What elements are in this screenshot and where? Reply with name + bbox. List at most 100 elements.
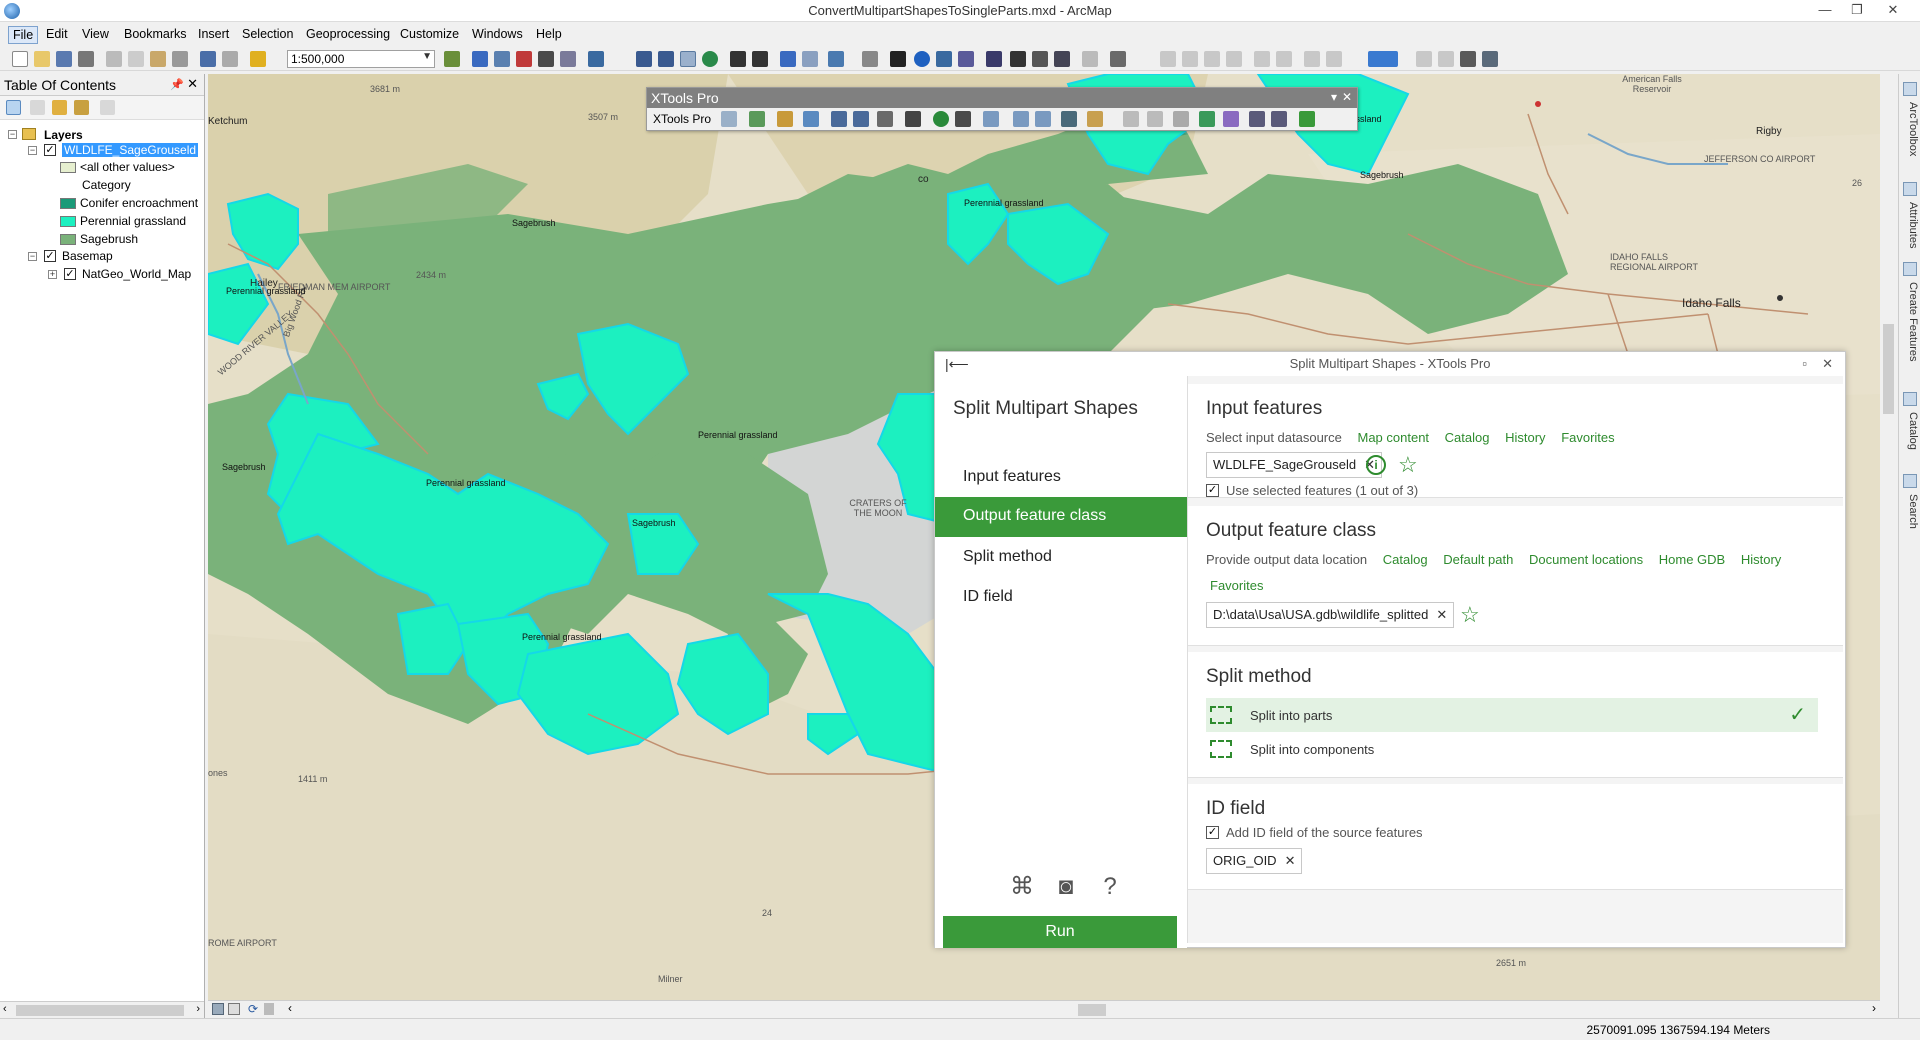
- collapse-basemap-icon[interactable]: −: [28, 252, 37, 261]
- fixed-zoom-in-icon[interactable]: [730, 51, 746, 67]
- expand-natgeo-icon[interactable]: +: [48, 270, 57, 279]
- link-output-history[interactable]: History: [1741, 552, 1781, 567]
- natgeo-visibility-checkbox[interactable]: ✓: [64, 268, 76, 280]
- dock-tab-attributes[interactable]: Attributes: [1901, 182, 1919, 262]
- toc-horizontal-scrollbar[interactable]: ‹ ›: [0, 1001, 204, 1018]
- link-document-locations[interactable]: Document locations: [1529, 552, 1643, 567]
- rectangle-icon[interactable]: [877, 111, 893, 127]
- collapse-panel-icon[interactable]: |⟵: [945, 352, 969, 376]
- nav-output-feature-class[interactable]: Output feature class: [935, 497, 1187, 537]
- full-extent-icon[interactable]: [702, 51, 718, 67]
- layer-visibility-checkbox[interactable]: ✓: [44, 144, 56, 156]
- redo-icon[interactable]: [222, 51, 238, 67]
- link-input-catalog[interactable]: Catalog: [1445, 430, 1490, 445]
- layout-zoom-in-icon[interactable]: [1160, 51, 1176, 67]
- link-default-path[interactable]: Default path: [1443, 552, 1513, 567]
- map-scroll-right-icon[interactable]: ›: [1872, 1001, 1876, 1015]
- close-button[interactable]: ✕: [1876, 0, 1910, 22]
- toolbar-close-icon[interactable]: ✕: [1342, 90, 1352, 104]
- nav-input-features[interactable]: Input features: [935, 458, 1187, 498]
- flag-icon[interactable]: [1249, 111, 1265, 127]
- open-folder-icon[interactable]: [34, 51, 50, 67]
- link-icon[interactable]: [983, 111, 999, 127]
- layer-export-icon[interactable]: [1061, 111, 1077, 127]
- selection-tool-icon[interactable]: [1173, 111, 1189, 127]
- add-data-icon[interactable]: [250, 51, 266, 67]
- menu-file[interactable]: File: [8, 26, 39, 44]
- copy-icon[interactable]: [128, 51, 144, 67]
- menu-help[interactable]: Help: [532, 26, 566, 42]
- disabled-tool-1-icon[interactable]: [1123, 111, 1139, 127]
- identify-icon[interactable]: [914, 51, 930, 67]
- model-builder-icon[interactable]: [560, 51, 576, 67]
- link-map-content[interactable]: Map content: [1358, 430, 1430, 445]
- layout-pan-icon[interactable]: [1204, 51, 1220, 67]
- output-path-chip[interactable]: D:\data\Usa\USA.gdb\wildlife_splitted ✕: [1206, 602, 1455, 628]
- zoom-whole-page-icon[interactable]: [1226, 51, 1242, 67]
- dock-tab-catalog[interactable]: Catalog: [1901, 392, 1919, 462]
- chain-icon[interactable]: [1035, 111, 1051, 127]
- layers-root[interactable]: Layers: [44, 128, 83, 142]
- option-split-into-components[interactable]: Split into components: [1206, 732, 1818, 766]
- select-features-icon[interactable]: [828, 51, 844, 67]
- hyperlink-icon[interactable]: [936, 51, 952, 67]
- basemap-natgeo[interactable]: NatGeo_World_Map: [82, 267, 191, 281]
- feature-info-icon[interactable]: [905, 111, 921, 127]
- layout-icon[interactable]: [588, 51, 604, 67]
- undo-icon[interactable]: [200, 51, 216, 67]
- basemap-visibility-checkbox[interactable]: ✓: [44, 250, 56, 262]
- layout-zoom-out-icon[interactable]: [1182, 51, 1198, 67]
- paste-icon[interactable]: [150, 51, 166, 67]
- map-scale-dropdown[interactable]: 1:500,000 ▼: [287, 50, 435, 68]
- pan-icon[interactable]: [680, 51, 696, 67]
- menu-edit[interactable]: Edit: [42, 26, 72, 42]
- new-document-icon[interactable]: [12, 51, 28, 67]
- remove-output-icon[interactable]: ✕: [1436, 607, 1447, 622]
- select-elements-icon[interactable]: [890, 51, 906, 67]
- toc-options-icon[interactable]: [100, 100, 115, 115]
- pause-drawing-icon[interactable]: [264, 1003, 274, 1015]
- zoom-to-icon[interactable]: [955, 111, 971, 127]
- link-input-history[interactable]: History: [1505, 430, 1545, 445]
- editor-icon[interactable]: [444, 51, 460, 67]
- dialog-close-icon[interactable]: ✕: [1822, 352, 1833, 376]
- remove-id-field-icon[interactable]: ✕: [1285, 853, 1296, 868]
- input-layer-chip[interactable]: WLDLFE_SageGrouseld ✕: [1206, 452, 1382, 478]
- data-view-icon[interactable]: [212, 1003, 224, 1015]
- sort-icon[interactable]: [1223, 111, 1239, 127]
- layout-back-icon[interactable]: [1304, 51, 1320, 67]
- info-tool-icon[interactable]: [933, 111, 949, 127]
- output-favorite-star-icon[interactable]: ☆: [1460, 604, 1480, 626]
- tag-icon[interactable]: [1013, 111, 1029, 127]
- run-button[interactable]: Run: [943, 916, 1177, 948]
- forward-extent-icon[interactable]: [802, 51, 818, 67]
- minimize-button[interactable]: —: [1808, 0, 1842, 22]
- table-icon[interactable]: [472, 51, 488, 67]
- zoom-in-icon[interactable]: [636, 51, 652, 67]
- toolbar-options-icon[interactable]: ▾: [1331, 90, 1337, 104]
- menu-bookmarks[interactable]: Bookmarks: [120, 26, 191, 42]
- clear-selection-icon[interactable]: [862, 51, 878, 67]
- favorite-star-icon[interactable]: ☆: [1398, 454, 1418, 476]
- dock-tab-create-features[interactable]: Create Features: [1901, 262, 1919, 378]
- change-layout-icon[interactable]: [1460, 51, 1476, 67]
- menu-geoprocessing[interactable]: Geoprocessing: [302, 26, 394, 42]
- help-clipboard-icon[interactable]: ?: [1095, 872, 1125, 902]
- nav-split-method[interactable]: Split method: [935, 538, 1187, 578]
- shape-conversions-icon[interactable]: [803, 111, 819, 127]
- xtools-tool-icon[interactable]: [721, 111, 737, 127]
- list-by-drawing-order-icon[interactable]: [6, 100, 21, 115]
- map-vertical-scrollbar[interactable]: [1880, 74, 1897, 1000]
- menu-insert[interactable]: Insert: [194, 26, 233, 42]
- time-slider-icon[interactable]: [1082, 51, 1098, 67]
- map-hscroll-thumb[interactable]: [1078, 1004, 1106, 1016]
- link-output-catalog[interactable]: Catalog: [1383, 552, 1428, 567]
- collapse-layer-icon[interactable]: −: [28, 146, 37, 155]
- map-vscroll-thumb[interactable]: [1883, 324, 1894, 414]
- add-id-field-checkbox[interactable]: ✓: [1206, 826, 1219, 839]
- layout-fixed-zoom-icon[interactable]: [1276, 51, 1292, 67]
- measure-icon[interactable]: [986, 51, 1002, 67]
- menu-windows[interactable]: Windows: [468, 26, 527, 42]
- refresh-icon[interactable]: ⟳: [248, 1002, 258, 1016]
- layout-forward-icon[interactable]: [1326, 51, 1342, 67]
